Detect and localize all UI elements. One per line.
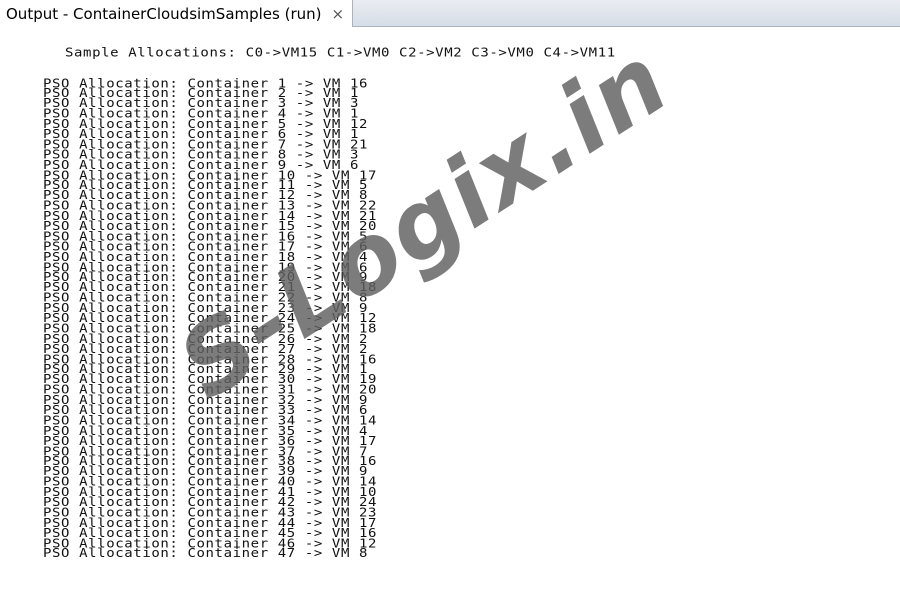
console-lines: Sample Allocations: C0->VM15 C1->VM0 C2-… bbox=[0, 28, 616, 560]
output-tab-bar: Output - ContainerCloudsimSamples (run) … bbox=[0, 0, 900, 27]
output-tab[interactable]: Output - ContainerCloudsimSamples (run) … bbox=[0, 0, 354, 27]
console-line: PSO Allocation: Container 47 -> VM 8 bbox=[43, 546, 369, 561]
console-header-line: Sample Allocations: C0->VM15 C1->VM0 C2-… bbox=[65, 45, 616, 60]
close-icon[interactable]: × bbox=[332, 5, 345, 23]
output-console[interactable]: Sample Allocations: C0->VM15 C1->VM0 C2-… bbox=[0, 27, 900, 600]
output-tab-title[interactable]: Output - ContainerCloudsimSamples (run) bbox=[6, 5, 322, 23]
